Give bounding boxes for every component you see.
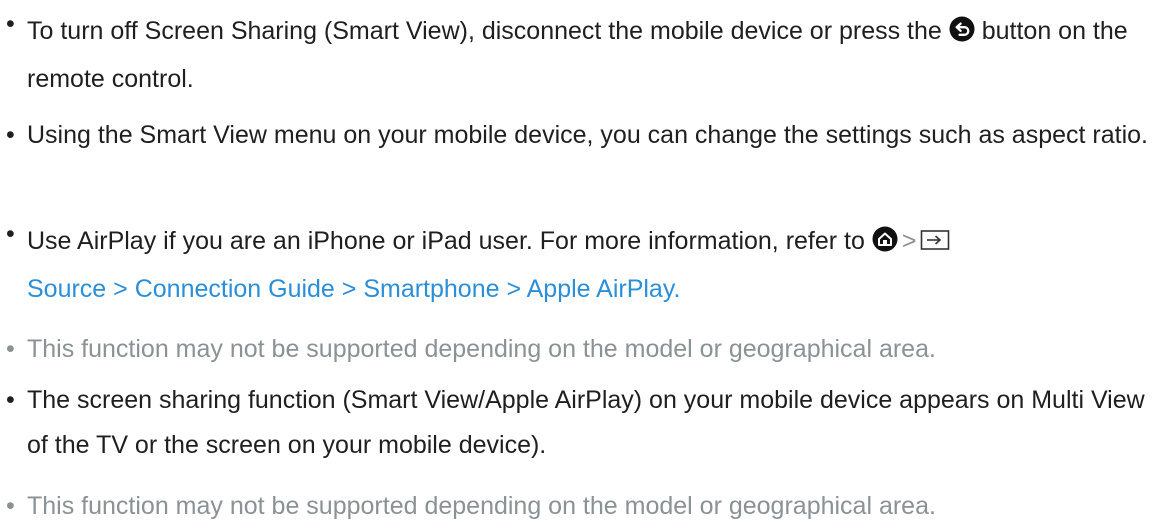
bullet: • [6, 492, 15, 520]
item-text: To turn off Screen Sharing (Smart View),… [27, 17, 942, 45]
bullet: • [6, 10, 15, 38]
item-note: This function may not be supported depen… [27, 492, 936, 520]
item-text: Using the Smart View menu on your mobile… [27, 121, 1148, 149]
item-text: The screen sharing function (Smart View/… [27, 386, 1145, 459]
bullet: • [6, 335, 15, 363]
help-page: • To turn off Screen Sharing (Smart View… [0, 0, 1163, 530]
connection-guide-link[interactable]: Source > Connection Guide > Smartphone >… [27, 275, 680, 303]
source-icon [920, 222, 950, 267]
list-item: • This function may not be supported dep… [6, 484, 1155, 529]
bullet: • [6, 386, 15, 414]
bullet: • [6, 220, 15, 248]
list-item: • Using the Smart View menu on your mobi… [6, 113, 1155, 158]
list-item: • To turn off Screen Sharing (Smart View… [6, 9, 1155, 102]
bullet: • [6, 121, 15, 149]
breadcrumb-separator: > [901, 227, 917, 255]
return-icon [949, 12, 975, 57]
home-icon [872, 222, 898, 267]
list-item: • This function may not be supported dep… [6, 327, 1155, 372]
item-text: Use AirPlay if you are an iPhone or iPad… [27, 227, 865, 255]
item-note: This function may not be supported depen… [27, 335, 936, 363]
list-item: • The screen sharing function (Smart Vie… [6, 378, 1155, 468]
list-item: • Use AirPlay if you are an iPhone or iP… [6, 219, 1155, 312]
